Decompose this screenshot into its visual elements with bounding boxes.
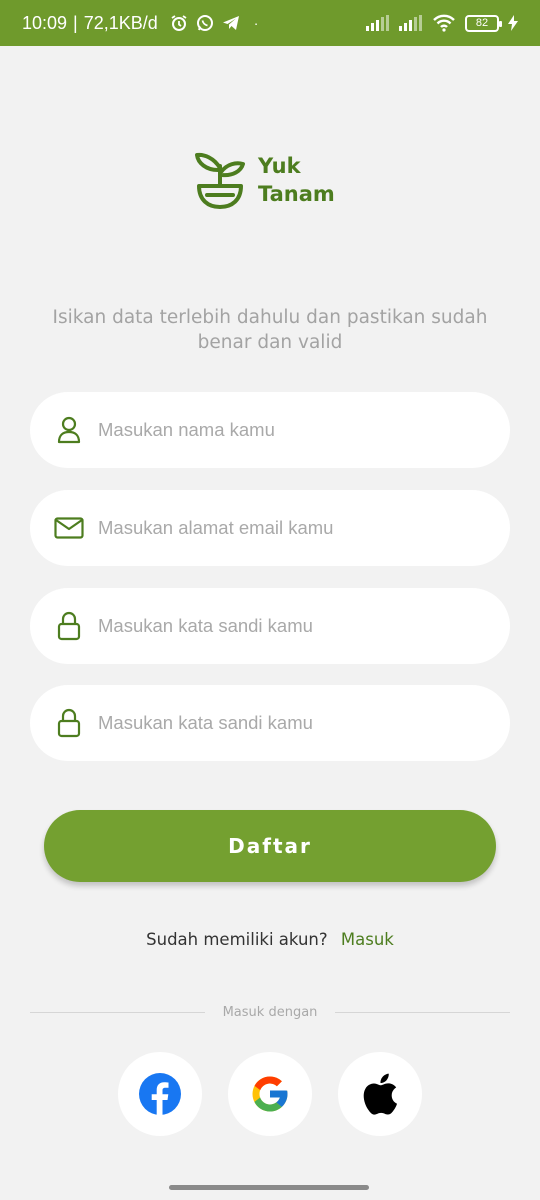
notification-icons: · [170, 14, 259, 32]
name-input[interactable] [98, 419, 488, 441]
status-bar: 10:09 | 72,1KB/d · 82 [0, 0, 540, 46]
battery-level: 82 [475, 17, 489, 29]
form-subtitle: Isikan data terlebih dahulu dan pastikan… [52, 307, 488, 353]
telegram-icon [222, 16, 239, 30]
alarm-icon [171, 15, 187, 31]
confirm-password-field[interactable] [30, 685, 510, 761]
register-button[interactable]: Daftar [44, 810, 496, 882]
app-logo: Yuk Tanam [194, 150, 335, 210]
password-input[interactable] [98, 615, 488, 637]
google-icon [252, 1076, 288, 1112]
status-time: 10:09 [22, 12, 68, 33]
network-speed: 72,1KB/d [83, 12, 158, 33]
logo-line-1: Yuk [258, 154, 301, 178]
user-icon [54, 415, 84, 445]
divider-label: Masuk dengan [222, 1004, 318, 1020]
sprout-pot-icon [195, 152, 245, 209]
apple-login-button[interactable] [338, 1052, 422, 1136]
battery-indicator: 82 [465, 14, 502, 32]
google-login-button[interactable] [228, 1052, 312, 1136]
email-input[interactable] [98, 517, 488, 539]
signal-icon [366, 15, 389, 31]
login-link[interactable]: Masuk [341, 930, 394, 949]
divider-line-left [30, 1011, 205, 1013]
facebook-icon [139, 1073, 181, 1115]
charging-icon [508, 15, 518, 31]
wifi-icon [433, 14, 455, 32]
dot-icon: · [253, 15, 259, 31]
divider-line-right [335, 1011, 510, 1013]
apple-icon [363, 1073, 397, 1115]
status-left: 10:09 | 72,1KB/d · [22, 13, 258, 34]
password-field[interactable] [30, 588, 510, 664]
signal-icon [399, 15, 422, 31]
status-separator: | [73, 12, 78, 33]
confirm-password-input[interactable] [98, 712, 488, 734]
mail-icon [54, 513, 84, 543]
home-indicator[interactable] [169, 1185, 369, 1190]
name-field[interactable] [30, 392, 510, 468]
whatsapp-icon [196, 15, 213, 31]
status-right: 82 [366, 14, 518, 32]
social-divider: Masuk dengan [30, 1002, 510, 1022]
lock-icon [54, 611, 84, 641]
email-field[interactable] [30, 490, 510, 566]
logo-line-2: Tanam [258, 182, 335, 206]
login-prompt-text: Sudah memiliki akun? [146, 930, 328, 949]
facebook-login-button[interactable] [118, 1052, 202, 1136]
lock-icon [54, 708, 84, 738]
login-prompt: Sudah memiliki akun? Masuk [0, 930, 540, 949]
logo-text: Yuk Tanam [258, 152, 335, 208]
